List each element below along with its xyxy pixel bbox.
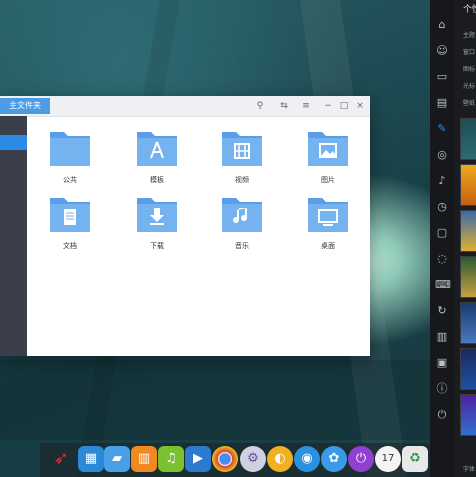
file-manager-icon[interactable]: ▰ [104, 446, 130, 472]
minimize-icon[interactable]: − [322, 100, 334, 112]
info-icon[interactable]: ⓘ [435, 382, 449, 396]
folder-desktop[interactable]: 桌面 [306, 194, 350, 250]
folder-label: 下载 [150, 242, 164, 250]
music-icon [222, 198, 262, 232]
folder-label: 桌面 [321, 242, 335, 250]
power-settings-icon[interactable]: ▢ [435, 226, 449, 240]
multitask-icon[interactable]: ▦ [78, 446, 104, 472]
folder-public[interactable]: 公共 [48, 128, 92, 184]
folder-templates[interactable]: 模板 [135, 128, 179, 184]
folder-videos[interactable]: 视频 [220, 128, 264, 184]
chrome-icon[interactable] [212, 446, 238, 472]
folder-pictures[interactable]: 图片 [306, 128, 350, 184]
time-icon[interactable]: ◷ [435, 200, 449, 214]
wallpaper-thumbnail[interactable] [460, 256, 476, 298]
menu-item-cursor[interactable]: 光标 [463, 81, 475, 90]
maximize-icon[interactable]: □ [338, 100, 350, 112]
file-manager-window: 主文件夹 ⚲ ⇆ ≡ − □ × 公共 模板 视频 图片 文档 下载 音乐 桌面 [0, 96, 370, 356]
panel-title: 个性 [463, 5, 476, 15]
image-icon [308, 132, 348, 166]
mouse-icon[interactable]: ◌ [435, 252, 449, 266]
network-icon[interactable]: ◎ [435, 148, 449, 162]
sidebar-item-selected[interactable] [0, 135, 27, 150]
folder-label: 音乐 [235, 242, 249, 250]
folder-downloads[interactable]: 下载 [135, 194, 179, 250]
power-icon[interactable]: ⏻ [348, 446, 374, 472]
menu-item-font[interactable]: 字体 [463, 464, 475, 473]
wallpaper-thumbnail[interactable] [460, 118, 476, 160]
window-titlebar: 主文件夹 ⚲ ⇆ ≡ − □ × [0, 96, 370, 117]
launcher-icon[interactable]: ➶ [48, 446, 74, 472]
display-icon[interactable]: ▭ [435, 70, 449, 84]
menu-item-wallpaper[interactable]: 壁纸 [463, 98, 475, 107]
browser-icon[interactable]: ◉ [294, 446, 320, 472]
calendar-date: 17 [381, 453, 395, 464]
calendar-icon[interactable]: ▤ [435, 96, 449, 110]
menu-item-icons[interactable]: 图标 [463, 64, 475, 73]
folder-label: 文档 [63, 242, 77, 250]
share-icon [50, 132, 90, 166]
folder-label: 图片 [321, 176, 335, 184]
wallpaper-thumbnail[interactable] [460, 394, 476, 436]
tab-home-folder[interactable]: 主文件夹 [0, 98, 50, 114]
wallpaper-thumbnail[interactable] [460, 348, 476, 390]
calendar-icon[interactable]: 17 [375, 446, 401, 472]
music-player-icon[interactable]: ♫ [158, 446, 184, 472]
trash-icon[interactable]: ♻ [402, 446, 428, 472]
system-info-icon[interactable]: ▥ [435, 330, 449, 344]
home-icon[interactable]: ⌂ [435, 18, 449, 32]
folder-documents[interactable]: 文档 [48, 194, 92, 250]
menu-icon[interactable]: ≡ [300, 100, 312, 112]
folder-label: 视频 [235, 176, 249, 184]
personalization-icon[interactable]: ✎ [435, 122, 449, 136]
folder-label: 模板 [150, 176, 164, 184]
wallpaper-thumbnail[interactable] [460, 210, 476, 252]
sound-icon[interactable]: ♪ [435, 174, 449, 188]
uos-icon[interactable]: ◐ [267, 446, 293, 472]
keyboard-icon[interactable]: ⌨ [435, 278, 451, 292]
wallpaper-thumbnail[interactable] [460, 164, 476, 206]
folder-label: 公共 [63, 176, 77, 184]
close-icon[interactable]: × [354, 100, 366, 112]
compass-icon [137, 132, 177, 166]
settings-icon[interactable]: ⚙ [240, 446, 266, 472]
view-icon[interactable]: ⇆ [278, 100, 290, 112]
menu-item-window[interactable]: 窗口 [463, 47, 475, 56]
search-icon[interactable]: ⚲ [254, 100, 266, 112]
message-icon[interactable]: ▣ [435, 356, 449, 370]
sidebar [0, 116, 27, 356]
folder-music[interactable]: 音乐 [220, 194, 264, 250]
apps-icon[interactable]: ✿ [321, 446, 347, 472]
desktop-icon [308, 198, 348, 232]
update-icon[interactable]: ↻ [435, 304, 449, 318]
wallpaper-thumbnail[interactable] [460, 302, 476, 344]
shutdown-icon[interactable]: ⏻ [435, 408, 449, 422]
video-player-icon[interactable]: ▶ [185, 446, 211, 472]
download-icon [137, 198, 177, 232]
document-icon [50, 198, 90, 232]
app-store-icon[interactable]: ▥ [131, 446, 157, 472]
menu-item-theme[interactable]: 主题 [463, 30, 475, 39]
account-icon[interactable]: ☺ [435, 44, 449, 58]
film-icon [222, 132, 262, 166]
